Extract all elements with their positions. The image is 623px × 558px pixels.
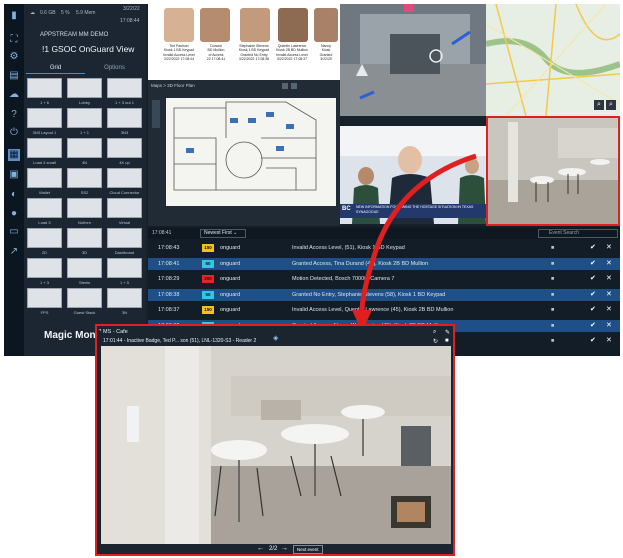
next-icon[interactable]: → bbox=[281, 545, 288, 552]
link-icon[interactable]: ⌕ bbox=[433, 329, 436, 336]
camera-icon[interactable]: ■ bbox=[445, 338, 449, 344]
popup-footer: ← 2/2 → Next event bbox=[97, 544, 452, 556]
cafe-large-scene bbox=[101, 346, 451, 544]
pager: 2/2 bbox=[269, 546, 278, 552]
view-icon[interactable]: ◈ bbox=[273, 334, 278, 342]
popup-video[interactable] bbox=[101, 346, 451, 544]
next-event-button[interactable]: Next event bbox=[293, 545, 323, 554]
popup-title: MS - Cafe bbox=[103, 329, 128, 335]
event-popup: ◔ MS - Cafe 17:01:44 - Inactive Badge, T… bbox=[95, 324, 455, 556]
pin-icon[interactable]: ✎ bbox=[445, 329, 450, 336]
refresh-icon[interactable]: ↻ bbox=[433, 338, 438, 345]
prev-icon[interactable]: ← bbox=[257, 545, 264, 552]
clock-icon: ◔ bbox=[98, 328, 102, 334]
popup-subtitle: 17:01:44 - Inactive Badge, Ted P... son … bbox=[103, 338, 257, 344]
